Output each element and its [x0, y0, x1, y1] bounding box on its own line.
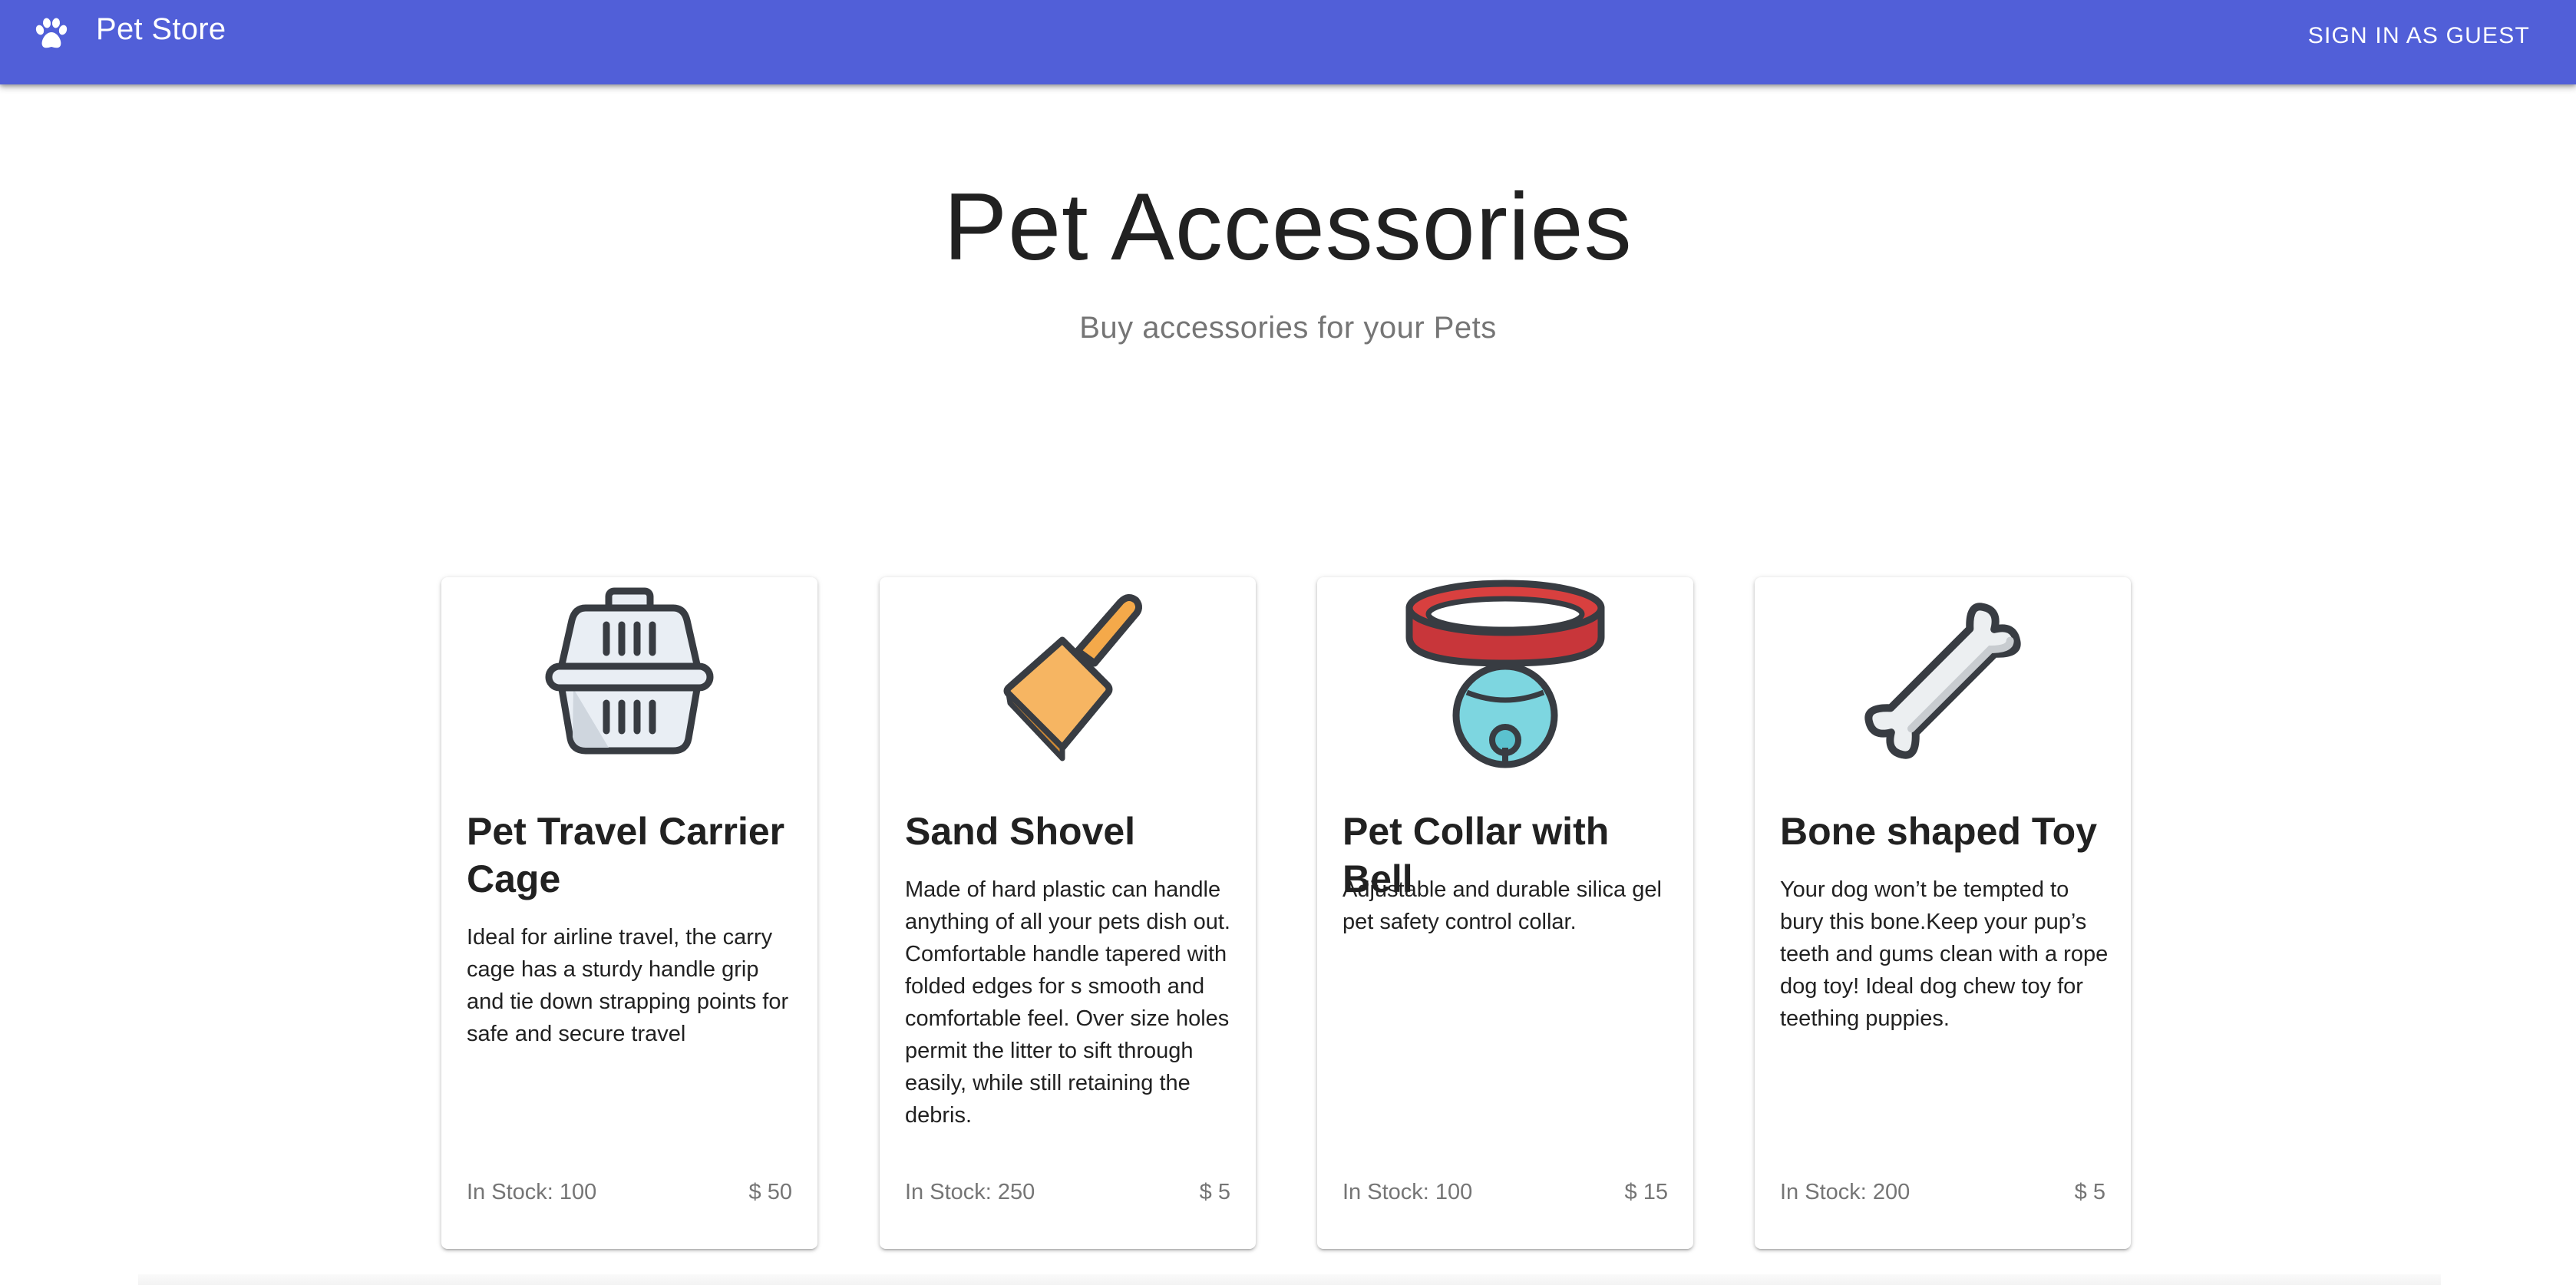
product-price: $ 50	[748, 1180, 792, 1204]
app-bar: Pet Store SIGN IN AS GUEST	[0, 0, 2576, 84]
product-image	[880, 577, 1256, 785]
product-image	[1755, 577, 2131, 785]
app-title: Pet Store	[96, 12, 226, 46]
collar-bell-icon	[1405, 580, 1605, 768]
product-title: Pet Travel Carrier Cage	[467, 810, 785, 900]
product-card-sand-shovel[interactable]: Sand Shovel Made of hard plastic can han…	[880, 577, 1256, 1249]
product-stock: In Stock: 250	[905, 1180, 1035, 1204]
footer-shadow	[138, 1274, 2441, 1285]
product-price: $ 5	[2074, 1180, 2105, 1204]
product-title: Bone shaped Toy	[1780, 810, 2098, 853]
product-description: Your dog won’t be tempted to bury this b…	[1780, 877, 2109, 1031]
page-title: Pet Accessories	[943, 174, 1633, 280]
product-description: Ideal for airline travel, the carry cage…	[467, 925, 789, 1046]
sign-in-as-guest-button[interactable]: SIGN IN AS GUEST	[2308, 20, 2530, 52]
product-title: Sand Shovel	[905, 810, 1136, 853]
product-stock: In Stock: 100	[467, 1180, 597, 1204]
product-description: Made of hard plastic can handle anything…	[905, 877, 1230, 1128]
sand-shovel-icon	[1003, 594, 1142, 761]
product-stock: In Stock: 100	[1342, 1180, 1473, 1204]
product-image	[1317, 577, 1693, 785]
product-card-collar[interactable]: Pet Collar with Bell Adjustable and dura…	[1317, 577, 1693, 1249]
page-subtitle: Buy accessories for your Pets	[1079, 311, 1497, 345]
product-price: $ 5	[1199, 1180, 1230, 1204]
product-card-pet-carrier[interactable]: Pet Travel Carrier Cage Ideal for airlin…	[441, 577, 817, 1249]
product-stock: In Stock: 200	[1780, 1180, 1911, 1204]
product-card-bone-toy[interactable]: Bone shaped Toy Your dog won’t be tempte…	[1755, 577, 2131, 1249]
bone-icon	[1864, 603, 2021, 759]
product-description: Adjustable and durable silica gel pet sa…	[1342, 877, 1662, 934]
paw-icon	[35, 18, 68, 48]
pet-carrier-icon	[545, 587, 714, 755]
product-price: $ 15	[1624, 1180, 1668, 1204]
product-image	[441, 577, 817, 785]
